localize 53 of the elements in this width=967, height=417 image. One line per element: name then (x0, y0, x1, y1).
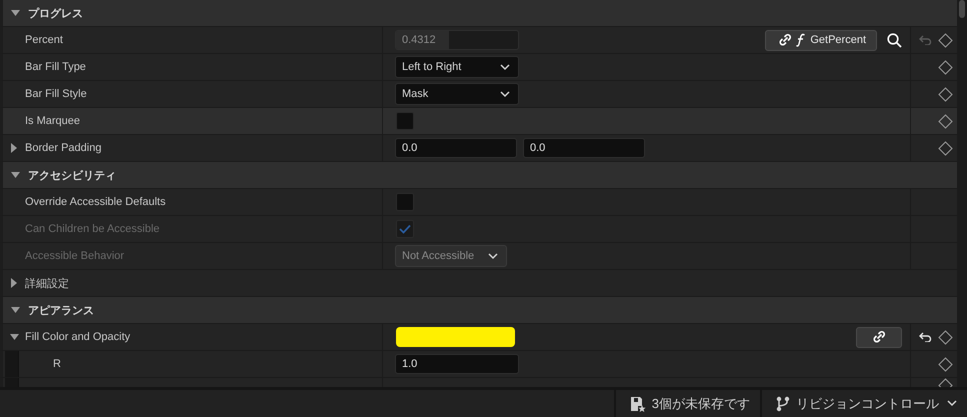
property-label: Percent (25, 34, 63, 46)
diamond-icon[interactable] (938, 140, 953, 156)
scrollbar[interactable] (957, 0, 967, 388)
number-field[interactable]: 1.0 (395, 354, 519, 374)
diamond-icon[interactable] (938, 114, 953, 128)
section-title: アピアランス (28, 304, 94, 318)
number-field[interactable]: 0.0 (395, 138, 517, 158)
diamond-icon[interactable] (938, 330, 953, 344)
chevron-down-icon (500, 90, 510, 98)
collapse-arrow-icon[interactable] (11, 278, 17, 288)
expand-arrow-icon[interactable] (11, 172, 20, 178)
link-icon (872, 330, 886, 344)
link-icon (778, 33, 792, 47)
checkbox[interactable] (396, 112, 414, 130)
expand-arrow-icon[interactable] (11, 10, 20, 16)
section-header[interactable]: アピアランス (0, 297, 957, 324)
diamond-icon[interactable] (938, 32, 953, 48)
property-label: 詳細設定 (25, 276, 69, 290)
property-label: Fill Color and Opacity (25, 331, 130, 343)
diamond-icon[interactable] (938, 86, 953, 102)
section-header[interactable]: アクセシビリティ (0, 162, 957, 189)
dropdown[interactable]: Left to Right (395, 56, 519, 78)
expand-arrow-icon[interactable] (10, 334, 18, 340)
function-icon (796, 33, 806, 47)
diamond-icon[interactable] (938, 356, 953, 372)
property-label: Bar Fill Type (25, 61, 86, 73)
property-label: Can Children be Accessible (25, 223, 160, 235)
property-label: R (53, 358, 61, 370)
chevron-down-icon (500, 64, 510, 70)
section-title: アクセシビリティ (28, 168, 116, 182)
branch-icon (776, 396, 790, 412)
section-title: プログレス (28, 6, 83, 20)
property-label: Bar Fill Style (25, 88, 87, 100)
property-label: Border Padding (25, 142, 102, 154)
chevron-down-icon (488, 252, 498, 260)
number-field[interactable]: 0.4312 (395, 30, 519, 50)
chevron-down-icon (947, 400, 957, 408)
dropdown[interactable]: Mask (395, 83, 519, 105)
expand-arrow-icon[interactable] (11, 307, 20, 313)
bind-button[interactable] (856, 326, 902, 348)
bind-button[interactable]: GetPercent (765, 30, 877, 50)
diamond-icon[interactable] (938, 60, 953, 74)
color-swatch[interactable] (396, 327, 515, 347)
property-label: Accessible Behavior (25, 250, 124, 262)
save-icon (630, 396, 646, 412)
property-label: Override Accessible Defaults (25, 196, 166, 208)
checkmark-icon (399, 224, 411, 234)
checkbox[interactable] (396, 193, 414, 211)
search-icon[interactable] (887, 32, 902, 48)
section-header[interactable]: プログレス (0, 0, 957, 27)
number-field[interactable]: 0.0 (523, 138, 645, 158)
property-label: Is Marquee (25, 115, 80, 127)
collapse-arrow-icon[interactable] (11, 143, 17, 153)
